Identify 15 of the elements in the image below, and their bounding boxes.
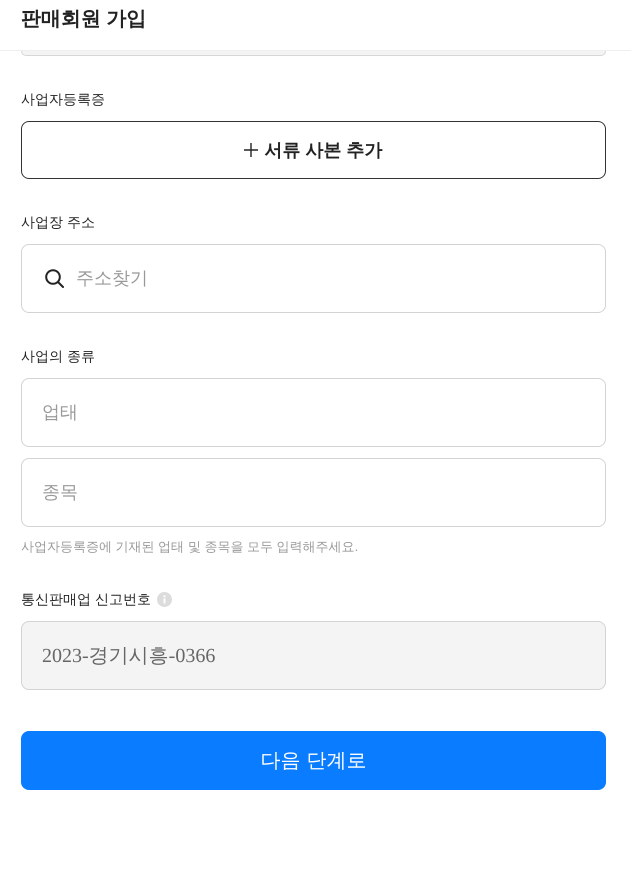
search-field[interactable]: 주소찾기: [21, 244, 606, 313]
info-icon[interactable]: [156, 592, 172, 606]
input-field[interactable]: 종목: [21, 458, 606, 527]
field-label: 사업의 종류: [21, 347, 95, 366]
plus-icon: [244, 143, 258, 157]
input-field[interactable]: [21, 51, 606, 56]
next-step-button[interactable]: 다음 단계로: [21, 731, 606, 790]
add-document-button[interactable]: 서류 사본 추가: [21, 121, 606, 179]
field-label: 사업장 주소: [21, 213, 95, 232]
search-icon: [45, 269, 64, 288]
field-label: 통신판매업 신고번호: [21, 590, 151, 609]
input-field[interactable]: 업태: [21, 378, 606, 447]
page-title: 판매회원 가입: [21, 7, 147, 32]
hint-text: 사업자등록증에 기재된 업태 및 종목을 모두 입력해주세요.: [21, 538, 358, 556]
field-label: 사업자등록증: [21, 90, 105, 109]
